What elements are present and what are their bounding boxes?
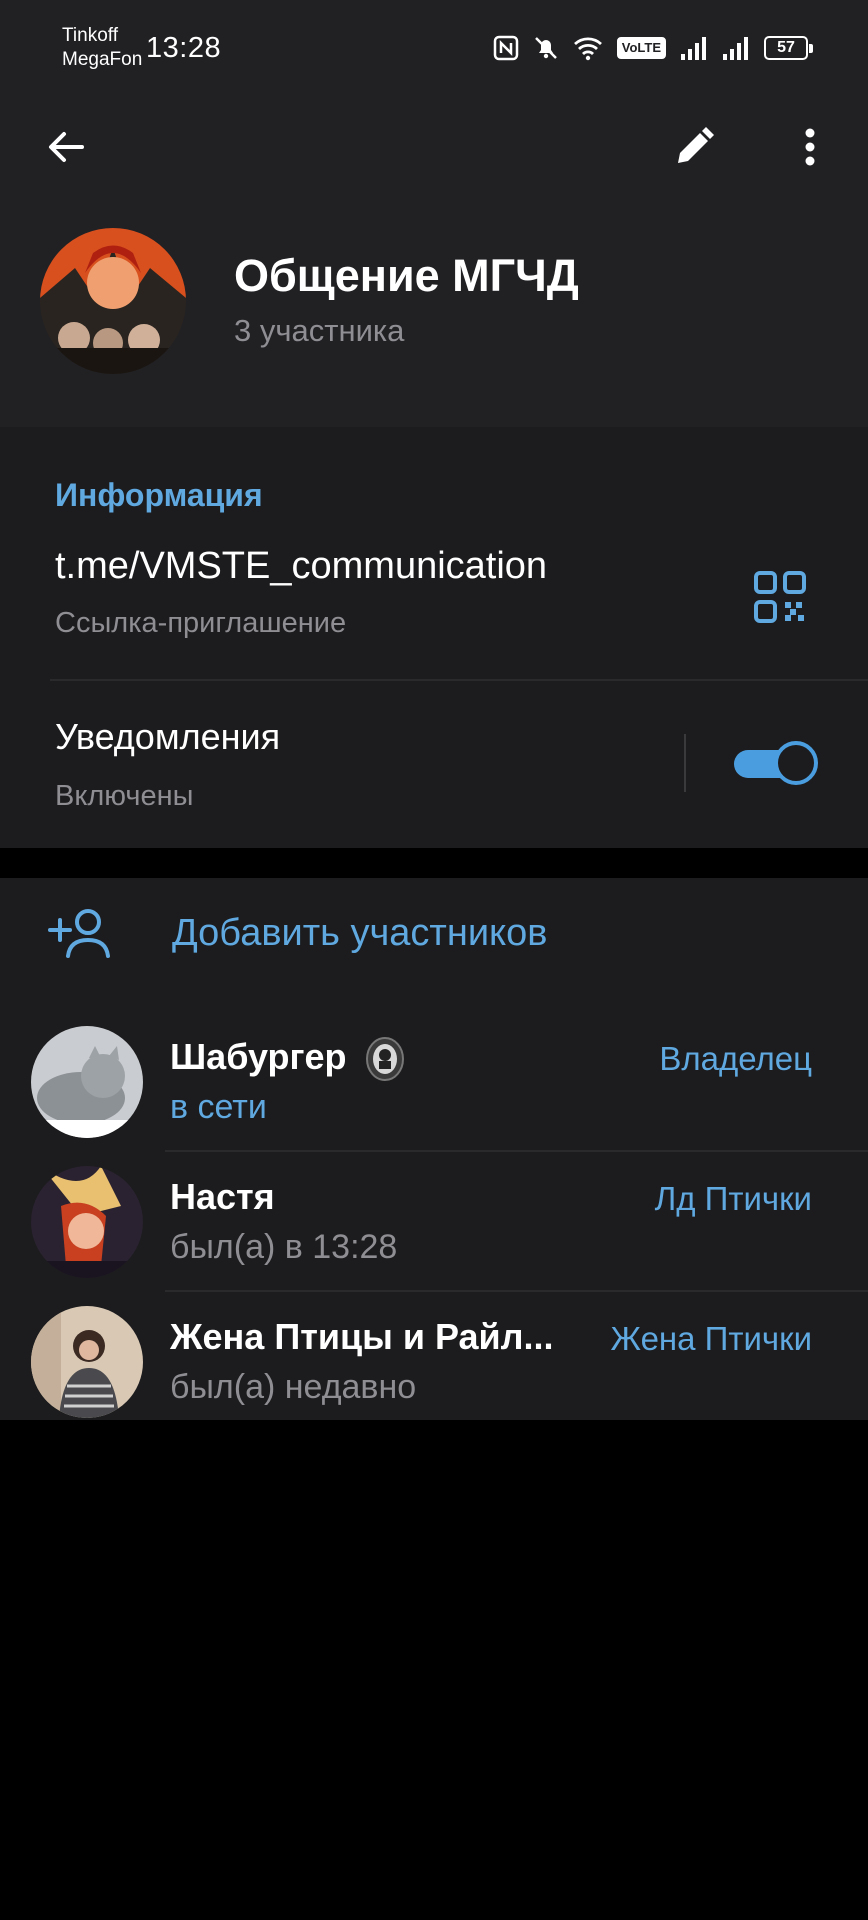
group-title: Общение МГЧД — [234, 250, 579, 301]
divider — [684, 734, 686, 792]
volte-icon: VoLTE — [616, 37, 666, 59]
add-user-icon — [48, 909, 110, 958]
member-name: Шабургер — [170, 1036, 405, 1082]
notifications-toggle[interactable] — [734, 741, 818, 785]
qr-code-icon — [754, 571, 806, 623]
more-vertical-icon — [805, 128, 815, 166]
back-button[interactable] — [34, 115, 98, 179]
info-section-title: Информация — [55, 477, 263, 513]
avatar — [31, 1306, 143, 1418]
arrow-left-icon — [49, 132, 84, 162]
member-role: Владелец — [659, 1040, 812, 1077]
battery-level: 57 — [777, 39, 795, 56]
member-row[interactable]: Шабургер в сети Владелец — [0, 1010, 868, 1150]
pencil-icon — [678, 127, 714, 163]
carrier-names: Tinkoff MegaFon — [62, 24, 142, 72]
status-icons: VoLTE 57 — [493, 32, 813, 64]
more-options-button[interactable] — [778, 115, 842, 179]
status-bar: Tinkoff MegaFon 13:28 VoLTE 57 — [0, 0, 868, 100]
wifi-icon — [573, 37, 602, 61]
add-members-label: Добавить участников — [172, 912, 548, 954]
notifications-title[interactable]: Уведомления — [55, 716, 280, 758]
carrier-2: MegaFon — [62, 49, 143, 70]
members-section: Добавить участников Шабургер в сети Влад… — [0, 878, 868, 1420]
member-status: в сети — [170, 1088, 267, 1126]
carrier-1: Tinkoff — [62, 25, 118, 46]
notifications-status: Включены — [55, 780, 194, 812]
toggle-knob — [774, 741, 818, 785]
member-status: был(а) недавно — [170, 1368, 417, 1406]
divider — [165, 1150, 868, 1152]
member-name: Настя — [170, 1176, 275, 1217]
avatar — [31, 1026, 143, 1138]
invite-link[interactable]: t.me/VMSTE_communication — [55, 545, 547, 588]
member-role: Жена Птички — [610, 1320, 813, 1357]
member-name: Жена Птицы и Райл... — [170, 1316, 554, 1357]
chat-header: Общение МГЧД 3 участника — [0, 100, 868, 427]
nfc-icon — [493, 35, 518, 61]
edit-button[interactable] — [662, 115, 726, 179]
member-row[interactable]: Жена Птицы и Райл... был(а) недавно Жена… — [0, 1290, 868, 1430]
signal-icon — [723, 37, 748, 60]
status-time: 13:28 — [146, 32, 222, 64]
signal-icon — [681, 37, 706, 60]
invite-link-label: Ссылка-приглашение — [55, 607, 347, 639]
member-status: был(а) в 13:28 — [170, 1228, 398, 1266]
divider — [165, 1290, 868, 1292]
avatar — [31, 1166, 143, 1278]
battery-icon: 57 — [764, 36, 813, 60]
add-members-button[interactable]: Добавить участников — [0, 878, 868, 988]
divider — [50, 679, 868, 681]
emoji-status-icon — [365, 1037, 404, 1082]
group-avatar[interactable] — [40, 228, 186, 374]
info-section: Информация t.me/VMSTE_communication Ссыл… — [0, 427, 868, 848]
member-name-text: Шабургер — [170, 1036, 347, 1077]
qr-code-button[interactable] — [752, 569, 808, 625]
member-count: 3 участника — [234, 313, 405, 348]
member-role: Лд Птички — [654, 1180, 812, 1217]
member-row[interactable]: Настя был(а) в 13:28 Лд Птички — [0, 1150, 868, 1290]
mute-icon — [534, 37, 557, 59]
